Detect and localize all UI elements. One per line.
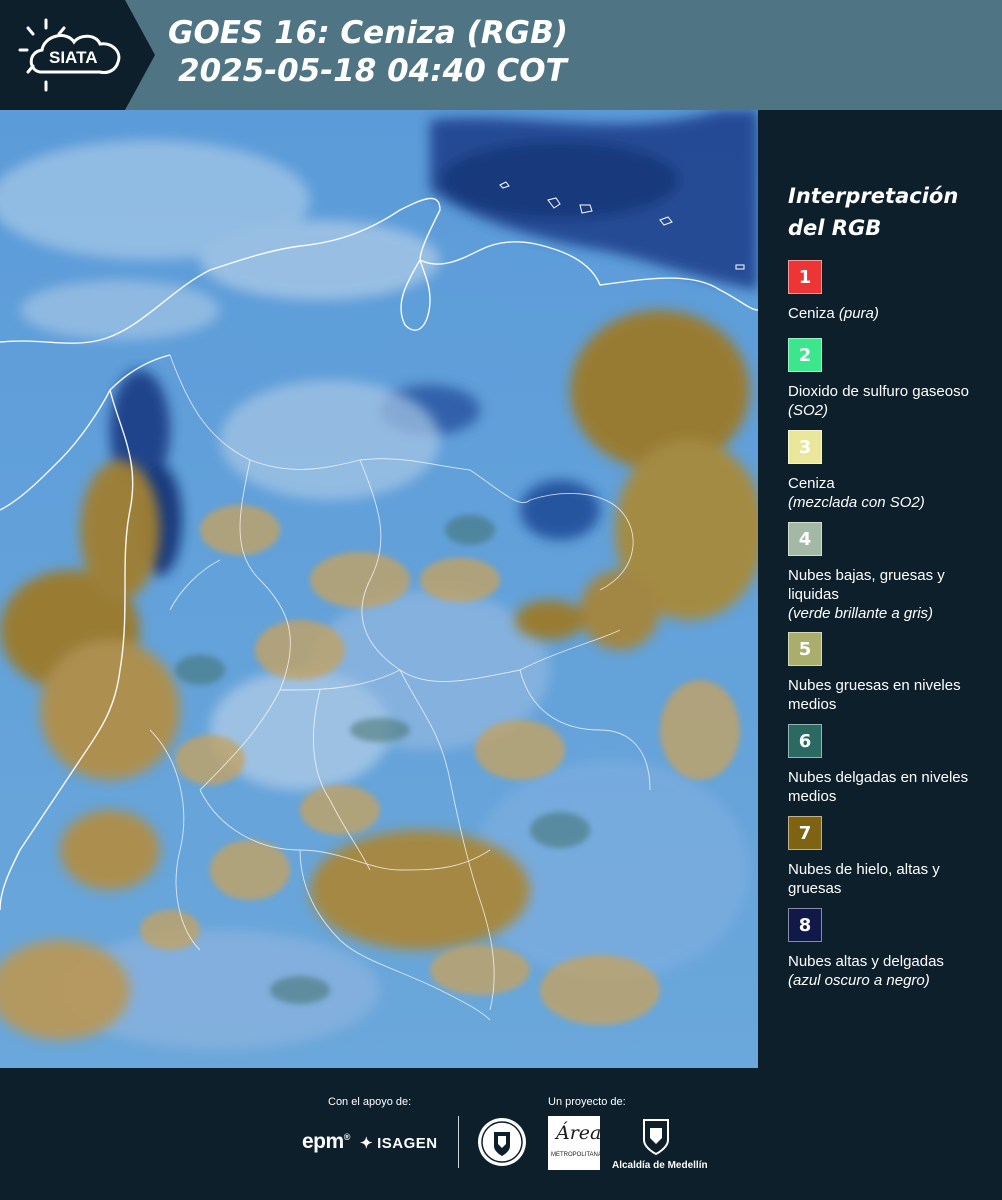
isagen-logo-text: ISAGEN: [377, 1135, 438, 1152]
area-metropolitana-logo: Área METROPOLITANA: [548, 1116, 602, 1170]
support-label: Con el apoyo de:: [328, 1096, 412, 1108]
medellin-label: Alcaldía de Medellín: [612, 1160, 708, 1171]
legend-item-text: Dioxido de sulfuro gaseoso (SO2): [788, 382, 993, 420]
legend-title: Interpretación del RGB: [788, 180, 958, 244]
legend-item-note: (mezclada con SO2): [788, 494, 925, 511]
isagen-icon: ✦: [360, 1135, 374, 1152]
legend-item-note: (SO2): [788, 402, 829, 419]
legend-swatch-number: 8: [798, 914, 812, 936]
legend-item-6: 6 Nubes delgadas en niveles medios: [788, 724, 993, 806]
epm-logo: epm®: [302, 1130, 350, 1153]
page-title: GOES 16: Ceniza (RGB) 2025-05-18 04:40 C…: [168, 14, 568, 90]
legend-item-label: Ceniza: [788, 475, 835, 492]
legend-title-line-1: Interpretación: [788, 184, 959, 208]
isagen-logo: ✦ ISAGEN: [360, 1134, 438, 1152]
legend-swatch-number: 6: [798, 730, 812, 752]
legend-swatch-number: 5: [798, 638, 812, 660]
seal-icon: [478, 1118, 526, 1166]
legend-item-2: 2 Dioxido de sulfuro gaseoso (SO2): [788, 338, 993, 420]
legend-swatch: 5: [788, 632, 822, 666]
legend-item-1: 1 Ceniza (pura): [788, 260, 993, 323]
rgb-legend: Interpretación del RGB 1 Ceniza (pura) 2…: [758, 110, 1002, 1068]
legend-item-text: Ceniza (mezclada con SO2): [788, 474, 993, 512]
legend-item-label: Nubes altas y delgadas: [788, 953, 944, 970]
footer: Con el apoyo de: Un proyecto de: epm® ✦ I…: [0, 1068, 1002, 1200]
legend-item-3: 3 Ceniza (mezclada con SO2): [788, 430, 993, 512]
legend-item-5: 5 Nubes gruesas en niveles medios: [788, 632, 993, 714]
legend-swatch-number: 7: [798, 822, 812, 844]
epm-logo-text: epm: [302, 1130, 344, 1153]
legend-item-8: 8 Nubes altas y delgadas (azul oscuro a n…: [788, 908, 993, 990]
legend-swatch-number: 2: [798, 344, 812, 366]
legend-swatch: 1: [788, 260, 822, 294]
legend-item-label: Nubes de hielo, altas y gruesas: [788, 861, 940, 897]
legend-swatch-number: 3: [798, 436, 812, 458]
title-line-2: 2025-05-18 04:40 COT: [178, 53, 567, 89]
legend-item-text: Nubes bajas, gruesas y liquidas (verde br…: [788, 566, 993, 623]
legend-item-label: Nubes gruesas en niveles medios: [788, 677, 961, 713]
legend-item-text: Nubes delgadas en niveles medios: [788, 768, 993, 806]
legend-item-label: Ceniza: [788, 305, 839, 322]
siata-logo: SIATA: [0, 0, 155, 110]
footer-divider: [458, 1116, 459, 1168]
area-logo-sub: METROPOLITANA: [551, 1152, 602, 1158]
area-logo-word: Área: [556, 1122, 602, 1144]
legend-swatch: 7: [788, 816, 822, 850]
legend-item-label: Nubes delgadas en niveles medios: [788, 769, 969, 805]
legend-swatch: 2: [788, 338, 822, 372]
legend-item-label: Dioxido de sulfuro gaseoso: [788, 383, 969, 400]
satellite-map[interactable]: [0, 110, 758, 1068]
legend-item-note: (pura): [838, 305, 879, 322]
legend-swatch: 8: [788, 908, 822, 942]
legend-title-line-2: del RGB: [788, 216, 882, 240]
legend-swatch-number: 1: [798, 266, 812, 288]
legend-swatch: 6: [788, 724, 822, 758]
legend-swatch-number: 4: [798, 528, 812, 550]
legend-item-note: (verde brillante a gris): [788, 605, 934, 622]
title-line-1: GOES 16: Ceniza (RGB): [168, 15, 568, 51]
legend-item-text: Nubes gruesas en niveles medios: [788, 676, 993, 714]
legend-swatch: 3: [788, 430, 822, 464]
legend-swatch: 4: [788, 522, 822, 556]
header-bar: SIATA GOES 16: Ceniza (RGB) 2025-05-18 0…: [0, 0, 1002, 110]
project-label: Un proyecto de:: [548, 1096, 626, 1108]
legend-item-text: Nubes altas y delgadas (azul oscuro a neg…: [788, 952, 993, 990]
legend-item-7: 7 Nubes de hielo, altas y gruesas: [788, 816, 993, 898]
legend-item-4: 4 Nubes bajas, gruesas y liquidas (verde …: [788, 522, 993, 623]
siata-logo-text: SIATA: [49, 48, 97, 67]
legend-item-note: (azul oscuro a negro): [788, 972, 930, 989]
legend-item-text: Nubes de hielo, altas y gruesas: [788, 860, 993, 898]
legend-item-text: Ceniza (pura): [788, 304, 993, 323]
legend-item-label: Nubes bajas, gruesas y liquidas: [788, 567, 945, 603]
medellin-shield-icon: [643, 1119, 669, 1156]
